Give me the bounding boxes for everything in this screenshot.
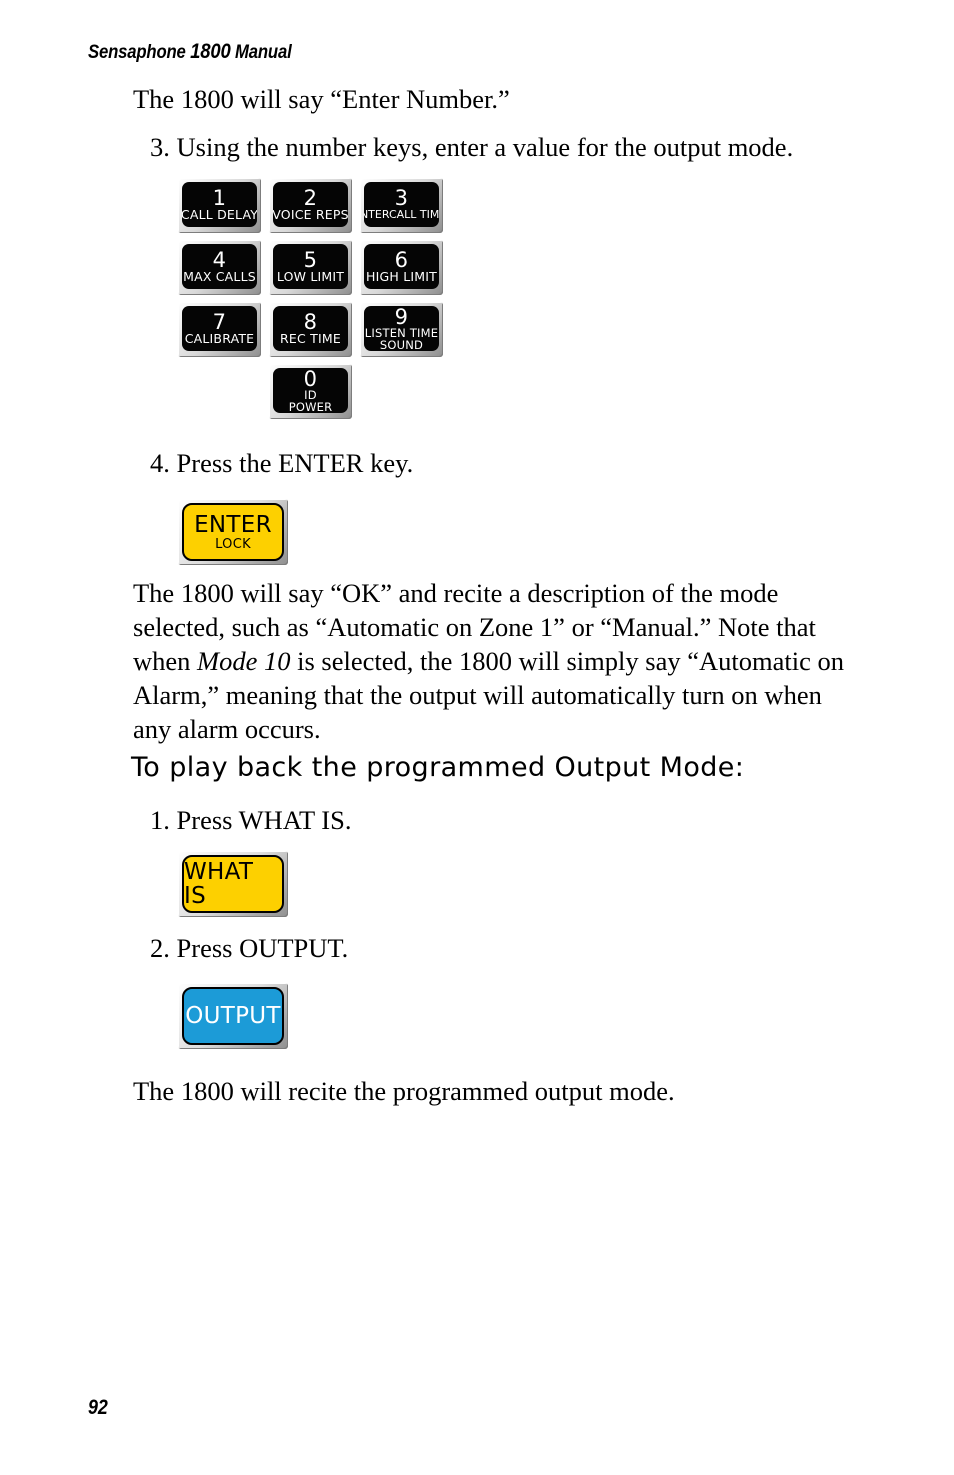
- key-2[interactable]: 2 VOICE REPS: [269, 178, 352, 233]
- list-item-step-3: 3. Using the number keys, enter a value …: [150, 132, 794, 162]
- manual-page: Sensaphone 1800 Manual The 1800 will say…: [0, 0, 954, 1475]
- running-head-model: 1800: [190, 40, 231, 63]
- enter-key-face: ENTER LOCK: [182, 503, 284, 561]
- key-5-digit: 5: [303, 248, 318, 272]
- key-5-label: LOW LIMIT: [276, 269, 345, 284]
- running-head-prefix: Sensaphone: [88, 42, 191, 63]
- keypad-row-2: 4 MAX CALLS 5 LOW LIMIT 6 HIGH LIMIT: [178, 240, 458, 295]
- key-0-label-2: POWER: [288, 399, 333, 413]
- key-7[interactable]: 7 CALIBRATE: [178, 302, 261, 357]
- paragraph-enter-number: The 1800 will say “Enter Number.”: [133, 84, 510, 114]
- key-8[interactable]: 8 REC TIME: [269, 302, 352, 357]
- key-3-face: 3 INTERCALL TIME: [364, 182, 439, 227]
- enter-key-sublabel: LOCK: [215, 536, 251, 552]
- key-6-label: HIGH LIMIT: [366, 269, 437, 284]
- output-key-label: OUTPUT: [185, 1003, 281, 1029]
- key-0-label: ID: [304, 387, 317, 402]
- key-8-label: REC TIME: [280, 331, 341, 346]
- numeric-keypad-figure: 1 CALL DELAY 2 VOICE REPS 3 INTERCALL TI…: [178, 178, 458, 419]
- key-3[interactable]: 3 INTERCALL TIME: [360, 178, 443, 233]
- what-is-key-face: WHAT IS: [182, 855, 284, 913]
- paragraph-ok-mode-italic: Mode 10: [197, 646, 291, 676]
- key-8-digit: 8: [303, 310, 318, 334]
- key-9-label: LISTEN TIME: [364, 325, 439, 340]
- key-0[interactable]: 0 ID POWER: [269, 364, 352, 419]
- paragraph-ok-description: The 1800 will say “OK” and recite a desc…: [133, 576, 858, 746]
- output-key-face: OUTPUT: [182, 987, 284, 1045]
- key-1[interactable]: 1 CALL DELAY: [178, 178, 261, 233]
- key-0-face: 0 ID POWER: [273, 368, 348, 413]
- key-4-label: MAX CALLS: [183, 269, 256, 284]
- keypad-row-1: 1 CALL DELAY 2 VOICE REPS 3 INTERCALL TI…: [178, 178, 458, 233]
- key-2-face: 2 VOICE REPS: [273, 182, 348, 227]
- enter-key-button[interactable]: ENTER LOCK: [178, 499, 288, 565]
- key-6-face: 6 HIGH LIMIT: [364, 244, 439, 289]
- key-7-digit: 7: [212, 310, 227, 334]
- enter-key-label: ENTER: [194, 511, 272, 538]
- key-6[interactable]: 6 HIGH LIMIT: [360, 240, 443, 295]
- key-7-face: 7 CALIBRATE: [182, 306, 257, 351]
- key-4-face: 4 MAX CALLS: [182, 244, 257, 289]
- key-1-digit: 1: [212, 186, 227, 210]
- paragraph-recite-mode: The 1800 will recite the programmed outp…: [133, 1076, 675, 1106]
- list-item-step-4: 4. Press the ENTER key.: [150, 448, 414, 478]
- key-1-label: CALL DELAY: [182, 207, 257, 222]
- key-5-face: 5 LOW LIMIT: [273, 244, 348, 289]
- section-heading-playback: To play back the programmed Output Mode:: [131, 752, 745, 783]
- list-item-step-2: 2. Press OUTPUT.: [150, 933, 349, 963]
- key-3-label: INTERCALL TIME: [364, 208, 439, 221]
- key-7-label: CALIBRATE: [184, 331, 255, 346]
- key-6-digit: 6: [394, 248, 409, 272]
- page-number: 92: [88, 1396, 108, 1419]
- key-2-label: VOICE REPS: [273, 207, 348, 222]
- key-3-digit: 3: [394, 186, 409, 210]
- list-item-step-1: 1. Press WHAT IS.: [150, 805, 352, 835]
- key-4-digit: 4: [212, 248, 227, 272]
- key-9-face: 9 LISTEN TIME SOUND: [364, 306, 439, 351]
- key-2-digit: 2: [303, 186, 318, 210]
- key-9-label-2: SOUND: [379, 337, 424, 351]
- running-head: Sensaphone 1800 Manual: [88, 40, 292, 64]
- keypad-row-3: 7 CALIBRATE 8 REC TIME 9 LISTEN TIME SOU…: [178, 302, 458, 357]
- what-is-key-button[interactable]: WHAT IS: [178, 851, 288, 917]
- running-head-suffix: Manual: [230, 42, 292, 63]
- key-5[interactable]: 5 LOW LIMIT: [269, 240, 352, 295]
- key-1-face: 1 CALL DELAY: [182, 182, 257, 227]
- key-9[interactable]: 9 LISTEN TIME SOUND: [360, 302, 443, 357]
- key-9-digit: 9: [394, 306, 409, 329]
- keypad-row-4: 0 ID POWER: [178, 364, 458, 419]
- key-4[interactable]: 4 MAX CALLS: [178, 240, 261, 295]
- output-key-button[interactable]: OUTPUT: [178, 983, 288, 1049]
- key-0-digit: 0: [303, 368, 318, 391]
- key-8-face: 8 REC TIME: [273, 306, 348, 351]
- what-is-key-label: WHAT IS: [184, 859, 254, 909]
